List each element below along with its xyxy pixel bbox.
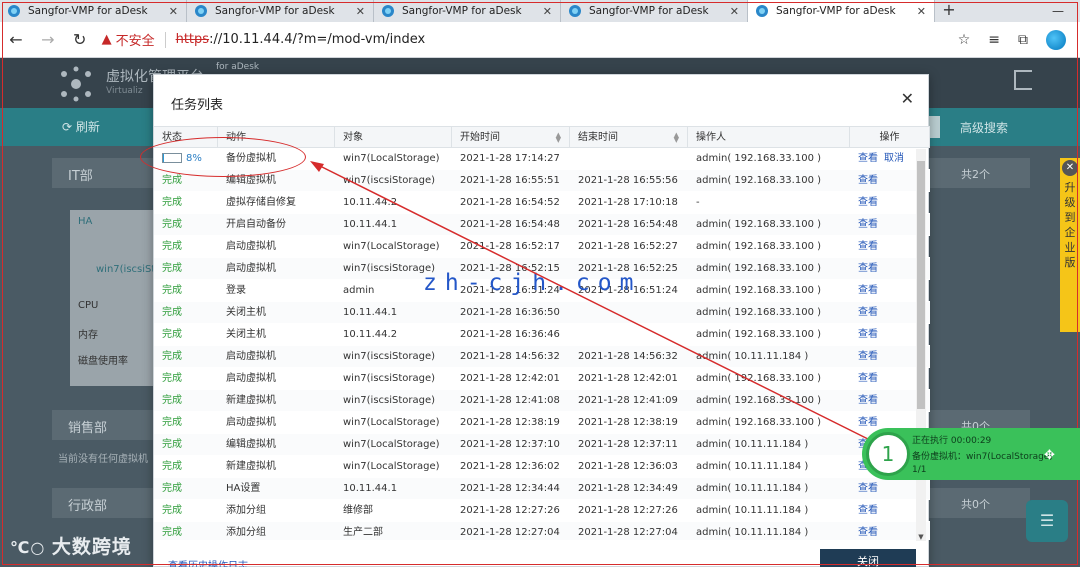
annotation-arrow	[310, 161, 879, 445]
task-count-badge: 1	[866, 432, 910, 476]
toast-status: 正在执行 00:00:29	[912, 436, 992, 446]
running-task-toast[interactable]: 1 正在执行 00:00:29 备份虚拟机：win7(LocalStorage)…	[862, 428, 1080, 480]
toast-task: 备份虚拟机：win7(LocalStorage)	[912, 452, 1053, 462]
toast-progress: 1/1	[912, 465, 927, 475]
move-icon[interactable]: ✥	[1044, 448, 1055, 463]
